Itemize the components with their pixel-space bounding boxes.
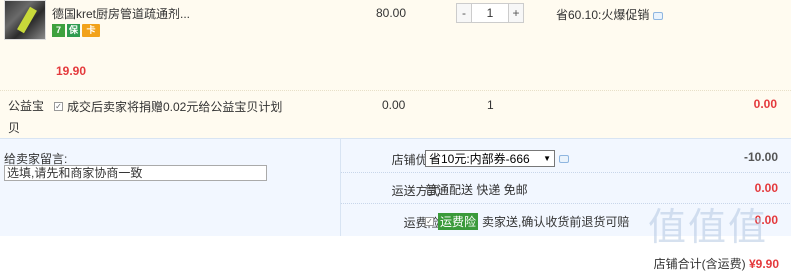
charity-checkbox[interactable]: ✓	[54, 102, 63, 111]
qty-decrease-button[interactable]: -	[456, 3, 472, 23]
qty-input[interactable]: 1	[472, 3, 508, 23]
dropdown-arrow-icon: ▼	[543, 154, 551, 163]
shipping-amount: 0.00	[754, 181, 778, 195]
insurance-text: 卖家送,确认收货前退货可赔	[482, 215, 630, 229]
shop-discount-field: 省10元:内部券-666 ▼	[425, 150, 569, 167]
insurance-option: ✓ 运费险 卖家送,确认收货前退货可赔	[425, 213, 629, 230]
shop-total-row: 店铺合计(含运费) ¥9.90	[0, 236, 791, 276]
promo-text: 省60.10:火爆促销	[556, 6, 664, 23]
shop-total-amount: ¥9.90	[748, 257, 779, 271]
charity-title: 公益宝贝	[8, 99, 45, 135]
unit-price: 80.00	[376, 6, 407, 20]
promo-info-icon[interactable]	[653, 11, 664, 20]
promo-label: 省60.10:火爆促销	[556, 8, 650, 22]
shop-total: 店铺合计(含运费) ¥9.90	[654, 255, 779, 272]
shop-discount-row: 店铺优惠: 省10元:内部券-666 ▼ -10.00	[341, 142, 791, 173]
message-input[interactable]: 选填,请先和商家协商一致	[4, 165, 267, 181]
charity-label: 成交后卖家将捐赠0.02元给公益宝贝计划	[67, 100, 283, 114]
coupon-select[interactable]: 省10元:内部券-666 ▼	[425, 150, 555, 167]
shipping-method: 普通配送 快递 免邮	[425, 183, 528, 197]
insurance-tag: 运费险	[438, 213, 479, 230]
insurance-checkbox[interactable]: ✓	[425, 217, 434, 226]
product-thumbnail[interactable]	[4, 0, 46, 40]
shop-discount-amount: -10.00	[743, 150, 778, 164]
coupon-selected: 省10元:内部券-666	[429, 152, 530, 166]
service-badges: 7 保 卡	[52, 24, 100, 37]
credit-card-icon[interactable]: 卡	[82, 24, 100, 37]
insurance-amount: 0.00	[754, 213, 778, 227]
shop-total-label: 店铺合计(含运费)	[653, 257, 746, 271]
order-options: 给卖家留言: 选填,请先和商家协商一致 店铺优惠: 省10元:内部券-666 ▼…	[0, 138, 791, 237]
shop-summary-panel: 店铺优惠: 省10元:内部券-666 ▼ -10.00 运送方式: 普通配送 快…	[340, 139, 791, 237]
charity-option: ✓ 成交后卖家将捐赠0.02元给公益宝贝计划	[54, 98, 282, 115]
charity-price: 0.00	[382, 98, 406, 112]
qty-increase-button[interactable]: +	[508, 3, 524, 23]
product-row: 德国kret厨房管道疏通剂... 7 保 卡 19.90 80.00 - 1 +…	[0, 0, 791, 90]
insurance-row: 运费险: ✓ 运费险 卖家送,确认收货前退货可赔 0.00	[341, 205, 791, 236]
shipping-row: 运送方式: 普通配送 快递 免邮 0.00	[341, 173, 791, 204]
quantity-stepper: - 1 +	[456, 3, 524, 23]
product-price: 19.90	[56, 64, 87, 78]
charity-subtotal: 0.00	[753, 97, 777, 111]
coupon-info-icon[interactable]	[559, 154, 569, 163]
guarantee-icon[interactable]: 保	[67, 24, 80, 37]
product-name-link[interactable]: 德国kret厨房管道疏通剂...	[52, 5, 190, 22]
charity-quantity: 1	[487, 98, 494, 112]
seven-day-return-icon[interactable]: 7	[52, 24, 65, 37]
charity-row: 公益宝贝 ✓ 成交后卖家将捐赠0.02元给公益宝贝计划 0.00 1 0.00	[0, 90, 791, 138]
